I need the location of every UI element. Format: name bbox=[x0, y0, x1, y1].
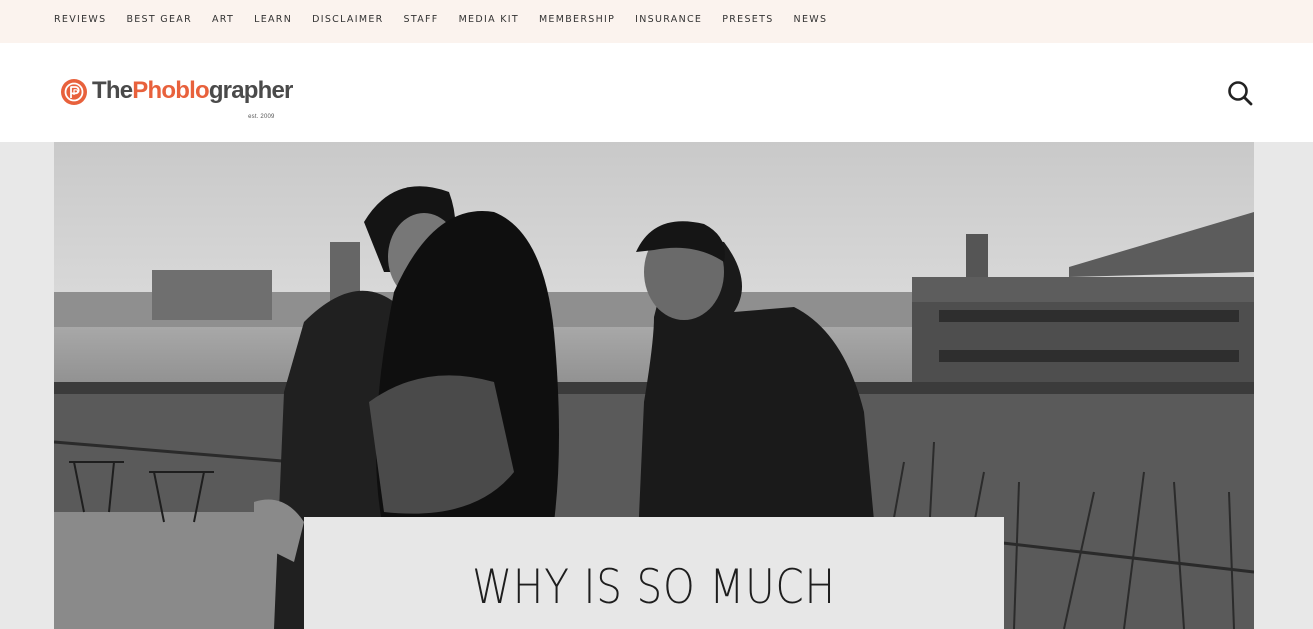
nav-item-news[interactable]: NEWS bbox=[794, 14, 828, 25]
nav-item-best-gear[interactable]: BEST GEAR bbox=[126, 14, 192, 25]
nav-item-disclaimer[interactable]: DISCLAIMER bbox=[312, 14, 383, 25]
nav-item-presets[interactable]: PRESETS bbox=[722, 14, 773, 25]
site-header: ThePhoblographer est. 2009 bbox=[0, 43, 1313, 142]
article-title[interactable]: WHY IS SO MUCH bbox=[353, 561, 955, 615]
nav-item-art[interactable]: ART bbox=[212, 14, 234, 25]
logo-text-the: The bbox=[92, 77, 133, 104]
nav-item-insurance[interactable]: INSURANCE bbox=[635, 14, 702, 25]
site-logo[interactable]: ThePhoblographer est. 2009 bbox=[60, 76, 294, 120]
top-bar: REVIEWS BEST GEAR ART LEARN DISCLAIMER S… bbox=[0, 0, 1313, 43]
nav-item-staff[interactable]: STAFF bbox=[404, 14, 439, 25]
logo-mark-icon bbox=[61, 79, 87, 105]
search-button[interactable] bbox=[1226, 79, 1254, 107]
logo-text-phoblo: Phoblo bbox=[132, 77, 209, 104]
logo-est: est. 2009 bbox=[248, 114, 275, 120]
search-icon bbox=[1228, 81, 1253, 106]
logo-wordmark: ThePhoblographer est. 2009 bbox=[92, 76, 294, 120]
article-title-card: WHY IS SO MUCH bbox=[304, 517, 1004, 629]
nav-item-learn[interactable]: LEARN bbox=[254, 14, 292, 25]
nav-item-reviews[interactable]: REVIEWS bbox=[54, 14, 106, 25]
logo-text-grapher: grapher bbox=[208, 77, 294, 104]
nav-item-membership[interactable]: MEMBERSHIP bbox=[539, 14, 615, 25]
top-nav: REVIEWS BEST GEAR ART LEARN DISCLAIMER S… bbox=[54, 14, 847, 25]
nav-item-media-kit[interactable]: MEDIA KIT bbox=[459, 14, 519, 25]
